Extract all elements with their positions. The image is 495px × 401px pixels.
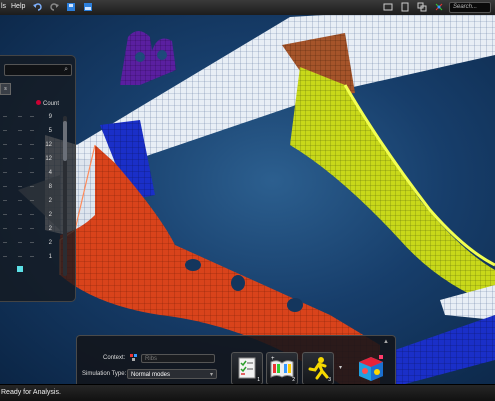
count-column-header[interactable]: Count [36, 100, 59, 107]
status-bar: Ready for Analysis. [0, 384, 495, 401]
results-cube-icon [359, 355, 383, 381]
panel-scrollbar[interactable] [63, 116, 67, 276]
tree-row[interactable]: -- -- -- 8 [0, 184, 70, 193]
tree-row[interactable]: -- -- -- 1 [0, 254, 70, 263]
document-icon[interactable] [400, 2, 410, 12]
simulation-type-value: Normal modes [131, 372, 171, 378]
menu-bar: ls Help Search... [0, 0, 495, 16]
results-tool-button[interactable] [355, 352, 387, 384]
tree-row[interactable]: -- -- -- 5 [0, 128, 70, 137]
tree-row[interactable]: -- -- -- 9 [0, 114, 70, 123]
simulation-type-label: Simulation Type: [82, 371, 127, 377]
book-tool-button[interactable]: + 2 [266, 352, 298, 384]
panel-search-input[interactable]: ⌕ [4, 64, 72, 76]
panel-tab[interactable]: s [0, 83, 11, 95]
model-tree-panel: ⌕ s Count -- -- -- 9 -- -- -- 5 -- -- -- 12 -- -- -… [0, 55, 76, 302]
pin-icon[interactable]: ▲ [383, 339, 389, 345]
chevron-down-icon: ▾ [209, 372, 213, 378]
tool-number: 2 [292, 377, 295, 383]
view-icon[interactable] [383, 2, 393, 12]
row-count: 1 [48, 254, 52, 260]
rail-hole-1 [185, 259, 201, 271]
count-icon [36, 100, 41, 105]
axes-icon[interactable] [434, 2, 444, 12]
run-options-chevron-icon[interactable]: ▾ [339, 364, 342, 371]
status-text: Ready for Analysis. [1, 389, 61, 396]
panel-scrollbar-thumb[interactable] [63, 121, 67, 161]
context-picker-icon[interactable] [130, 354, 137, 362]
row-count: 2 [48, 240, 52, 246]
checklist-tool-button[interactable]: 1 [231, 352, 263, 384]
menu-item-help[interactable]: Help [11, 3, 25, 10]
context-input[interactable]: Ribs [141, 354, 215, 363]
row-count: 4 [48, 170, 52, 176]
tree-row[interactable]: -- -- -- 4 [0, 170, 70, 179]
count-header-label: Count [43, 101, 60, 107]
simulation-type-select[interactable]: Normal modes ▾ [127, 369, 217, 379]
search-input[interactable]: Search... [449, 2, 491, 13]
3d-viewport[interactable]: ⌕ s Count -- -- -- 9 -- -- -- 5 -- -- -- 12 -- -- -… [0, 15, 495, 384]
row-count: 5 [48, 128, 52, 134]
row-count: 2 [48, 198, 52, 204]
blue-bottom-flange[interactable] [395, 315, 495, 384]
tree-row[interactable]: -- -- -- 2 [0, 240, 70, 249]
rail-hole-3 [287, 298, 303, 312]
import-icon[interactable] [66, 2, 76, 12]
row-count: 8 [48, 184, 52, 190]
color-swatch [17, 266, 23, 272]
tree-row[interactable]: -- -- -- 12 [0, 156, 70, 165]
tool-number: 1 [257, 377, 260, 383]
svg-text:+: + [271, 356, 275, 362]
row-count: 9 [48, 114, 52, 120]
run-tool-button[interactable]: 3 [302, 352, 334, 384]
rail-hole-2 [231, 275, 245, 291]
undo-icon[interactable] [33, 2, 43, 12]
tree-row[interactable]: -- -- -- 2 [0, 212, 70, 221]
purple-bracket[interactable] [120, 31, 176, 85]
row-count: 12 [45, 142, 52, 148]
tree-row[interactable]: -- -- -- 12 [0, 142, 70, 151]
yellow-rib[interactable] [290, 67, 495, 305]
menu-item-tools[interactable]: ls [1, 3, 6, 10]
row-count: 12 [45, 156, 52, 162]
tool-number: 3 [328, 377, 331, 383]
analysis-dock: ▲ Context: Ribs Simulation Type: Normal … [76, 335, 396, 384]
layers-icon[interactable] [417, 2, 427, 12]
search-icon[interactable]: ⌕ [64, 66, 68, 74]
row-count: 2 [48, 212, 52, 218]
tree-row[interactable]: -- -- -- 2 [0, 226, 70, 235]
redo-icon[interactable] [49, 2, 59, 12]
row-count: 2 [48, 226, 52, 232]
export-icon[interactable] [83, 2, 93, 12]
context-label: Context: [103, 355, 126, 361]
tree-row[interactable]: -- -- -- 2 [0, 198, 70, 207]
